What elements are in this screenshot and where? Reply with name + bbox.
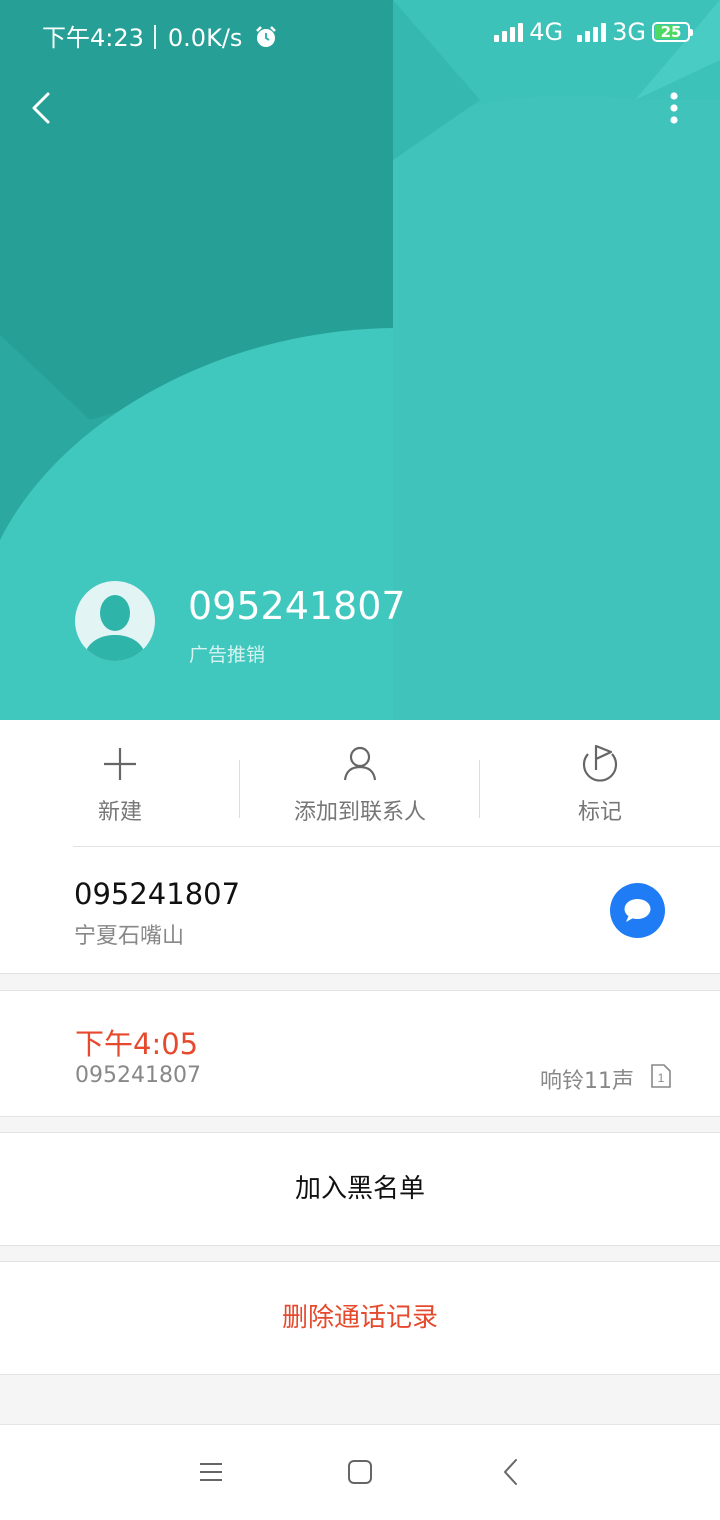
new-contact-button[interactable]: 新建 (0, 720, 240, 847)
new-contact-label: 新建 (97, 800, 142, 825)
caller-tag: 广告推销 (189, 644, 266, 666)
mark-button[interactable]: 标记 (480, 720, 720, 847)
ring-count: 响铃11声 (540, 1069, 634, 1094)
nav-back-icon[interactable] (497, 1457, 527, 1487)
avatar (75, 581, 155, 661)
phone-number[interactable]: 095241807 (74, 877, 240, 911)
call-time: 下午4:05 (75, 1027, 199, 1061)
caller-header: 下午4:23 0.0K/s 4G 3G 25 095241807 广告推销 (0, 0, 720, 720)
caller-number: 095241807 (188, 584, 406, 628)
number-location: 宁夏石嘴山 (74, 924, 185, 949)
signal-icon (577, 22, 607, 42)
add-to-contacts-label: 添加到联系人 (293, 800, 426, 825)
add-to-contacts-button[interactable]: 添加到联系人 (240, 720, 480, 847)
message-icon (624, 899, 651, 922)
navigation-bar (0, 1424, 720, 1520)
action-bar: 新建 添加到联系人 标记 (0, 720, 720, 847)
status-time: 下午4:23 (42, 24, 144, 52)
status-separator (153, 25, 156, 49)
battery-icon: 25 (652, 22, 693, 42)
status-net-speed: 0.0K/s (167, 24, 243, 52)
person-icon (343, 746, 377, 781)
menu-icon[interactable] (196, 1457, 226, 1487)
delete-call-record-button[interactable]: 删除通话记录 (0, 1261, 720, 1375)
alarm-icon (256, 26, 276, 47)
status-left: 下午4:23 0.0K/s (42, 18, 278, 53)
signal-icon (494, 22, 524, 42)
sim-slot-number: 1 (658, 1071, 665, 1085)
add-to-blacklist-button[interactable]: 加入黑名单 (0, 1132, 720, 1246)
back-arrow-icon[interactable] (24, 88, 64, 128)
send-message-button[interactable] (610, 883, 665, 938)
more-options-icon[interactable] (654, 88, 694, 128)
network-type-1: 4G (529, 18, 564, 46)
flag-icon (582, 744, 618, 782)
default-avatar-icon (83, 595, 147, 661)
sim-card-icon: 1 (651, 1064, 671, 1088)
home-icon[interactable] (345, 1457, 375, 1487)
status-right: 4G 3G 25 (494, 18, 693, 46)
battery-level: 25 (660, 23, 682, 41)
number-info-card: 095241807 宁夏石嘴山 (0, 847, 720, 974)
call-number: 095241807 (75, 1063, 201, 1088)
status-bar: 下午4:23 0.0K/s 4G 3G 25 (0, 0, 720, 70)
call-record-item[interactable]: 下午4:05 095241807 响铃11声 1 (0, 990, 720, 1117)
network-type-2: 3G (612, 18, 646, 46)
mark-label: 标记 (577, 800, 622, 825)
plus-icon (104, 748, 136, 780)
